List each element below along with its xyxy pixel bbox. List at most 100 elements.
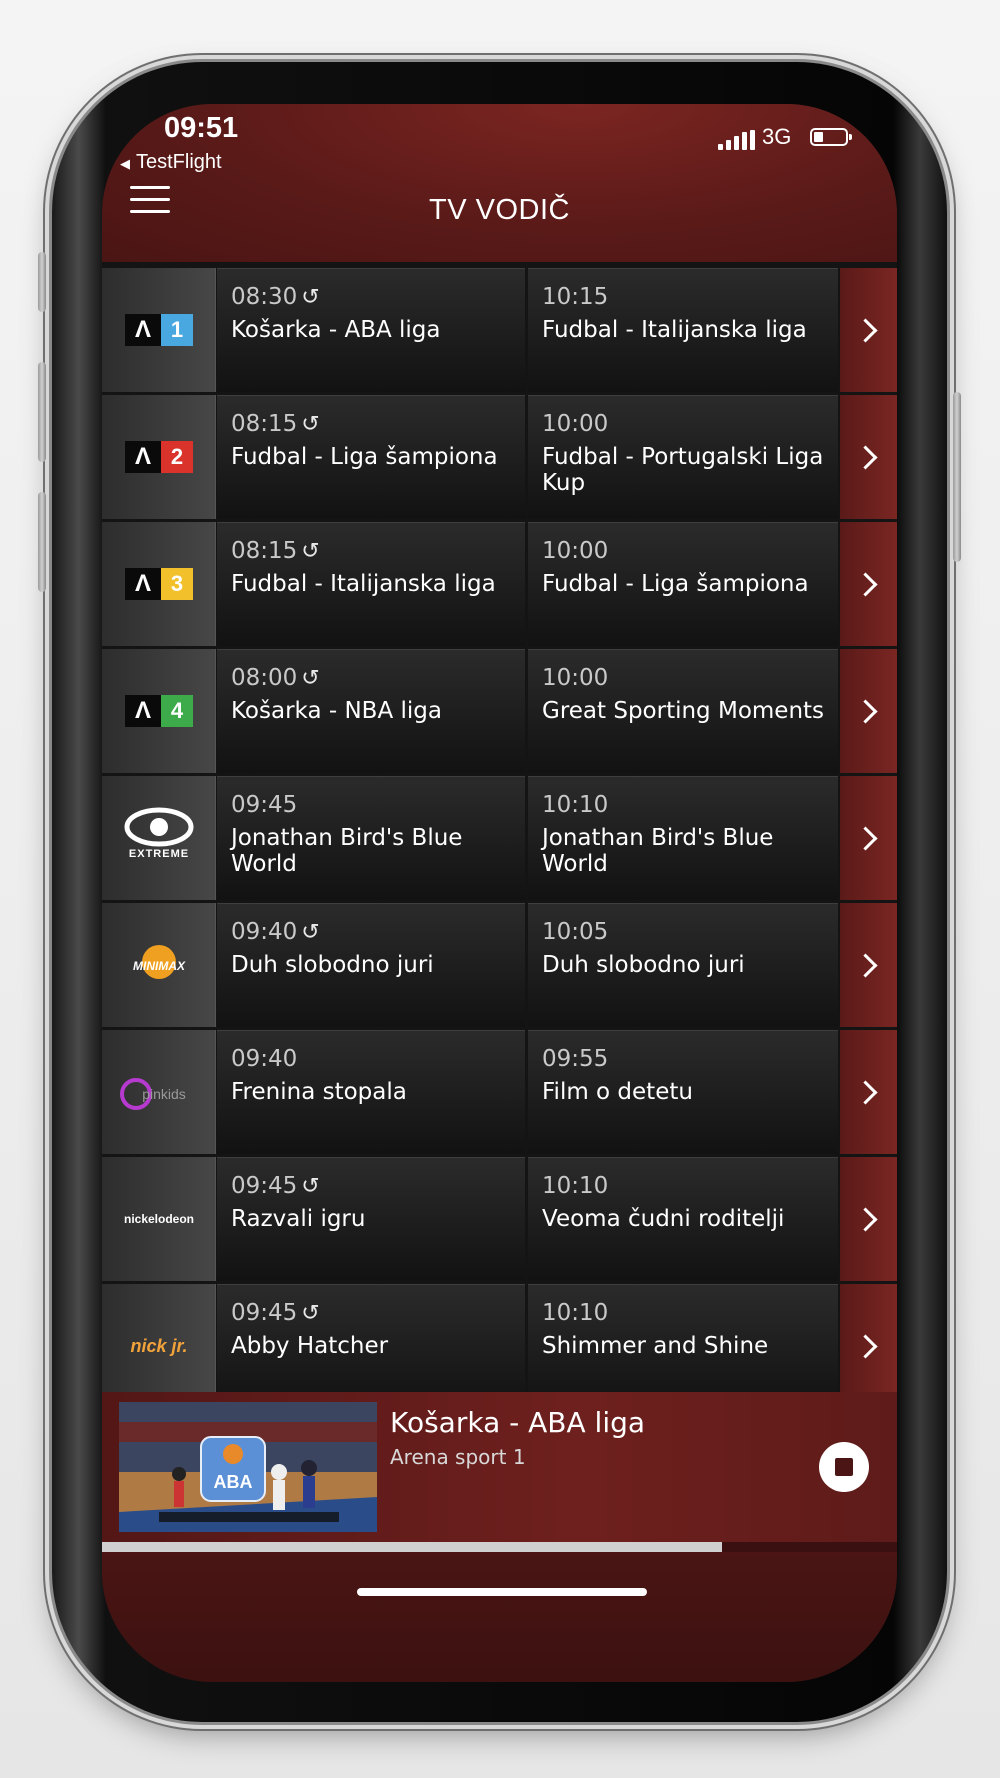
channel-details-button[interactable] [840, 522, 897, 646]
video-thumbnail[interactable]: ABA [119, 1402, 377, 1532]
next-program[interactable]: 10:10 Veoma čudni roditelji [528, 1157, 838, 1281]
program-time: 09:55 [542, 1046, 608, 1072]
channel-row[interactable]: pinkids 09:40 Frenina stopala 09:55 Film o d… [102, 1030, 897, 1154]
current-program[interactable]: 09:45 ↺ Razvali igru [217, 1157, 525, 1281]
channel-guide-list[interactable]: Λ 1 08:30 ↺ Košarka - ABA liga 10:15 Fudbal - … [102, 262, 897, 1392]
current-program[interactable]: 09:40 Frenina stopala [217, 1030, 525, 1154]
program-title: Razvali igru [231, 1206, 366, 1232]
channel-details-button[interactable] [840, 395, 897, 519]
program-title: Abby Hatcher [231, 1333, 389, 1359]
chevron-right-icon [853, 1079, 878, 1105]
program-time-label: 10:05 [542, 919, 609, 945]
basketball-scene-image: ABA [119, 1402, 377, 1532]
extreme-label: EXTREME [129, 848, 189, 860]
next-program[interactable]: 10:00 Fudbal - Liga šampiona [528, 522, 838, 646]
channel-row[interactable]: MINIMAX 09:40 ↺ Duh slobodno juri 10:05 Duh s… [102, 903, 897, 1027]
channel-logo[interactable]: MINIMAX [102, 903, 216, 1027]
back-to-testflight[interactable]: ◀ TestFlight [120, 151, 222, 174]
battery-icon [810, 128, 852, 146]
channel-logo[interactable]: nickelodeon [102, 1157, 216, 1281]
next-program[interactable]: 10:00 Great Sporting Moments [528, 649, 838, 773]
program-time-label: 10:00 [542, 665, 609, 691]
channel-row[interactable]: Λ 2 08:15 ↺ Fudbal - Liga šampiona 10:00 Fudba… [102, 395, 897, 519]
program-title: Frenina stopala [231, 1079, 407, 1105]
replay-icon: ↺ [301, 920, 320, 945]
program-time-label: 08:15 [231, 538, 298, 564]
volume-up-button [38, 362, 46, 462]
channel-logo[interactable]: Λ4 [102, 649, 216, 773]
nickelodeon-logo: nickelodeon [123, 1212, 194, 1226]
program-title: Veoma čudni roditelji [542, 1206, 785, 1232]
channel-logo[interactable]: Λ3 [102, 522, 216, 646]
channel-details-button[interactable] [840, 268, 897, 392]
nickjr-logo: nick jr. [130, 1335, 188, 1356]
current-program[interactable]: 09:40 ↺ Duh slobodno juri [217, 903, 525, 1027]
program-time: 10:00 [542, 665, 608, 691]
program-title: Film o detetu [542, 1079, 693, 1105]
program-time-label: 10:10 [542, 792, 609, 818]
next-program[interactable]: 10:10 Shimmer and Shine [528, 1284, 838, 1392]
arena-number: 4 [161, 695, 193, 727]
program-title: Fudbal - Italijanska liga [231, 571, 496, 597]
channel-details-button[interactable] [840, 1030, 897, 1154]
next-program[interactable]: 10:15 Fudbal - Italijanska liga [528, 268, 838, 392]
replay-icon: ↺ [301, 1301, 320, 1326]
channel-row[interactable]: nickelodeon 09:45 ↺ Razvali igru 10:10 Veoma … [102, 1157, 897, 1281]
channel-logo[interactable]: nick jr. [102, 1284, 216, 1392]
next-program[interactable]: 09:55 Film o detetu [528, 1030, 838, 1154]
chevron-right-icon [853, 444, 878, 470]
current-program[interactable]: 08:15 ↺ Fudbal - Liga šampiona [217, 395, 525, 519]
channel-row[interactable]: EXTREME 09:45 Jonathan Bird's Blue World 10… [102, 776, 897, 900]
current-program[interactable]: 08:15 ↺ Fudbal - Italijanska liga [217, 522, 525, 646]
minimax-logo: MINIMAX [133, 945, 186, 979]
channel-details-button[interactable] [840, 1284, 897, 1392]
pinkids-logo: pinkids [120, 1078, 186, 1110]
program-title: Great Sporting Moments [542, 698, 825, 724]
program-time: 09:40 ↺ [231, 919, 320, 945]
channel-row[interactable]: Λ 3 08:15 ↺ Fudbal - Italijanska liga 10:00 Fu… [102, 522, 897, 646]
program-time-label: 08:15 [231, 411, 298, 437]
channel-logo[interactable]: pinkids [102, 1030, 216, 1154]
channel-details-button[interactable] [840, 1157, 897, 1281]
current-program[interactable]: 08:30 ↺ Košarka - ABA liga [217, 268, 525, 392]
next-program[interactable]: 10:10 Jonathan Bird's Blue World [528, 776, 838, 900]
app-screen: 09:51 ◀ TestFlight 3G TV VODIČ Λ 1 08:30 ↺ Ko… [102, 104, 897, 1682]
current-program[interactable]: 08:00 ↺ Košarka - NBA liga [217, 649, 525, 773]
channel-row[interactable]: nick jr. 09:45 ↺ Abby Hatcher 10:10 Shimmer a… [102, 1284, 897, 1392]
chevron-right-icon [853, 1333, 878, 1359]
program-time-label: 08:00 [231, 665, 298, 691]
arena-number: 1 [161, 314, 193, 346]
aba-badge: ABA [214, 1472, 253, 1492]
page-title: TV VODIČ [429, 194, 570, 226]
channel-logo[interactable]: Λ1 [102, 268, 216, 392]
channel-row[interactable]: Λ 1 08:30 ↺ Košarka - ABA liga 10:15 Fudbal - … [102, 268, 897, 392]
replay-icon: ↺ [301, 412, 320, 437]
bottom-bar [102, 1552, 897, 1682]
pinkids-label: pinkids [142, 1086, 186, 1102]
current-program[interactable]: 09:45 Jonathan Bird's Blue World [217, 776, 525, 900]
program-time: 09:45 [231, 792, 297, 818]
channel-logo[interactable]: EXTREME [102, 776, 216, 900]
current-program[interactable]: 09:45 ↺ Abby Hatcher [217, 1284, 525, 1392]
mini-player[interactable]: ABA Košarka - ABA liga Arena sport 1 [102, 1392, 897, 1542]
stop-button[interactable] [819, 1442, 869, 1492]
channel-details-button[interactable] [840, 649, 897, 773]
arena-logo: Λ3 [125, 568, 193, 600]
app-header: 09:51 ◀ TestFlight 3G TV VODIČ [102, 104, 897, 262]
next-program[interactable]: 10:05 Duh slobodno juri [528, 903, 838, 1027]
network-type: 3G [762, 124, 792, 149]
home-indicator[interactable] [357, 1588, 647, 1596]
arena-a-icon: Λ [125, 695, 161, 727]
program-time-label: 09:40 [231, 1046, 298, 1072]
channel-details-button[interactable] [840, 903, 897, 1027]
channel-row[interactable]: Λ 4 08:00 ↺ Košarka - NBA liga 10:00 Great Spo… [102, 649, 897, 773]
next-program[interactable]: 10:00 Fudbal - Portugalski Liga Kup [528, 395, 838, 519]
playback-progress[interactable] [102, 1542, 897, 1552]
chevron-right-icon [853, 698, 878, 724]
program-time: 09:45 ↺ [231, 1173, 320, 1199]
channel-logo[interactable]: Λ2 [102, 395, 216, 519]
now-playing-channel: Arena sport 1 [390, 1445, 526, 1469]
program-time-label: 10:00 [542, 538, 609, 564]
program-title: Fudbal - Italijanska liga [542, 317, 807, 343]
channel-details-button[interactable] [840, 776, 897, 900]
